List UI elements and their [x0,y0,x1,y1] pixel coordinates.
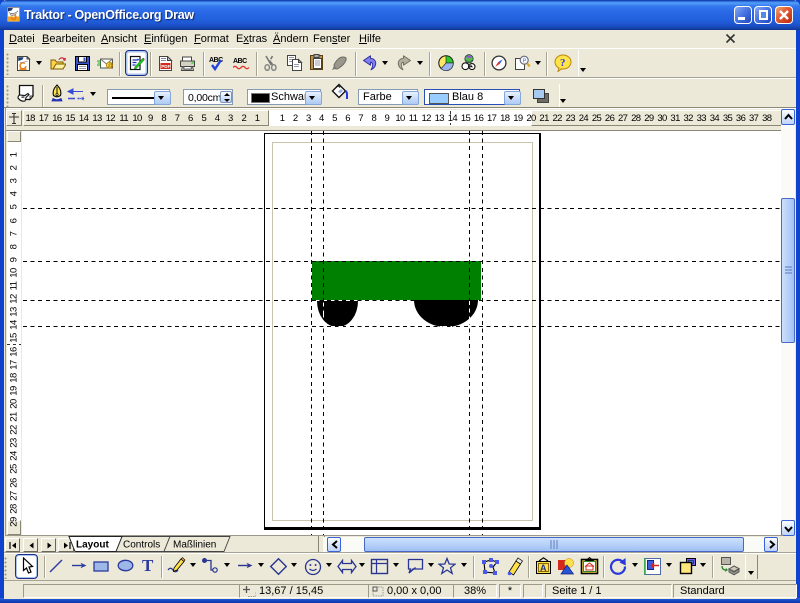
svg-text:?: ? [560,57,566,69]
svg-text:T: T [142,556,154,574]
svg-text:Controls: Controls [123,540,160,551]
svg-text:Maßlinien: Maßlinien [173,540,216,551]
svg-text:A: A [540,563,547,573]
svg-text:@: @ [108,63,113,69]
svg-text:PDF: PDF [161,64,170,69]
svg-text:Layout: Layout [76,540,109,551]
svg-text:P: P [523,58,527,64]
svg-text:ABC: ABC [233,58,247,65]
